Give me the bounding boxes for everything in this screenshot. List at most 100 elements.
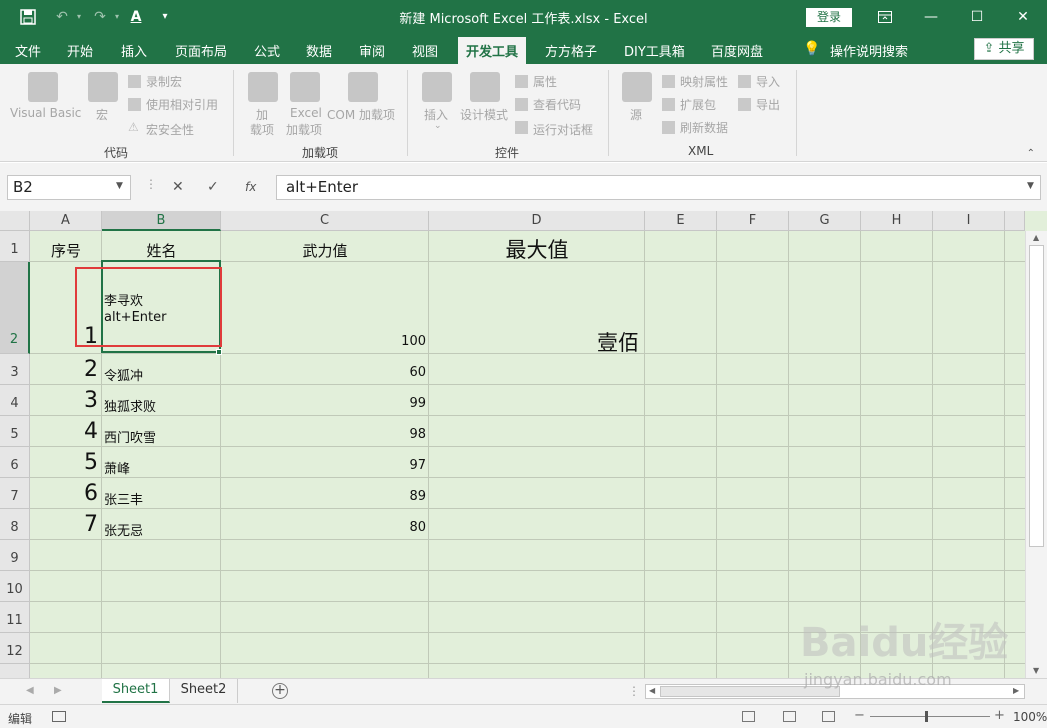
tab-insert[interactable]: 插入 (121, 41, 147, 60)
tab-home[interactable]: 开始 (67, 41, 93, 60)
cell-b5[interactable]: 西门吹雪 (104, 427, 156, 446)
row-header-2[interactable]: 2 (0, 262, 30, 354)
cell-b7[interactable]: 张三丰 (104, 489, 143, 508)
cell-c6[interactable]: 97 (221, 458, 426, 473)
row-header-5[interactable]: 5 (0, 416, 30, 447)
cell-c1[interactable]: 武力值 (221, 240, 429, 261)
tab-baidu-netdisk[interactable]: 百度网盘 (711, 41, 763, 60)
excel-addins-button-line1[interactable]: Excel (290, 106, 322, 120)
maximize-icon[interactable]: ☐ (954, 0, 1000, 34)
design-mode-button[interactable]: 设计模式 (460, 106, 508, 123)
scroll-up-icon[interactable]: ▲ (1033, 233, 1039, 242)
tab-developer[interactable]: 开发工具 (458, 37, 527, 64)
vertical-scrollbar[interactable]: ▲ ▼ (1025, 231, 1047, 678)
properties-button[interactable]: 属性 (533, 73, 557, 90)
macro-security-button[interactable]: 宏安全性 (146, 121, 194, 138)
scroll-down-icon[interactable]: ▼ (1033, 666, 1039, 675)
column-header-i[interactable]: I (933, 211, 1005, 231)
xml-source-button[interactable]: 源 (630, 106, 642, 123)
select-all-corner[interactable] (0, 211, 30, 231)
expand-formula-bar-icon[interactable]: ▼ (1027, 181, 1034, 191)
cell-d1[interactable]: 最大值 (429, 234, 645, 264)
column-header-b[interactable]: B (102, 211, 221, 231)
com-addins-button[interactable]: COM 加载项 (327, 106, 395, 123)
cancel-icon[interactable]: ✕ (172, 179, 184, 195)
macros-button[interactable]: 宏 (96, 106, 108, 123)
tab-review[interactable]: 审阅 (359, 41, 385, 60)
add-sheet-icon[interactable]: + (272, 683, 288, 699)
cell-a4[interactable]: 3 (30, 388, 98, 413)
expansion-packs-button[interactable]: 扩展包 (680, 96, 716, 113)
normal-view-icon[interactable] (742, 711, 755, 722)
row-header-13[interactable] (0, 664, 30, 678)
column-header-e[interactable]: E (645, 211, 717, 231)
tab-view[interactable]: 视图 (412, 41, 438, 60)
column-header-f[interactable]: F (717, 211, 789, 231)
insert-function-icon[interactable]: fx (245, 180, 256, 194)
cell-b3[interactable]: 令狐冲 (104, 365, 143, 384)
cell-b8[interactable]: 张无忌 (104, 520, 143, 539)
minimize-icon[interactable]: — (908, 0, 954, 34)
view-code-button[interactable]: 查看代码 (533, 96, 581, 113)
cell-c2[interactable]: 100 (221, 334, 426, 349)
fill-handle[interactable] (216, 349, 222, 355)
zoom-out-icon[interactable]: − (854, 708, 865, 723)
cell-b4[interactable]: 独孤求败 (104, 396, 156, 415)
tab-data[interactable]: 数据 (306, 41, 332, 60)
zoom-slider-thumb[interactable] (925, 711, 928, 722)
vertical-scroll-thumb[interactable] (1029, 245, 1044, 547)
relative-refs-button[interactable]: 使用相对引用 (146, 96, 218, 113)
row-header-10[interactable]: 10 (0, 571, 30, 602)
cell-c7[interactable]: 89 (221, 489, 426, 504)
row-header-6[interactable]: 6 (0, 447, 30, 478)
tab-diy-toolbox[interactable]: DIY工具箱 (624, 41, 685, 60)
macro-recording-icon[interactable] (52, 711, 66, 722)
excel-addins-button-line2[interactable]: 加载项 (286, 121, 322, 138)
row-header-11[interactable]: 11 (0, 602, 30, 633)
page-break-view-icon[interactable] (822, 711, 835, 722)
sheet-tab-sheet1[interactable]: Sheet1 (102, 679, 170, 703)
column-header-j[interactable] (1005, 211, 1025, 231)
column-header-d[interactable]: D (429, 211, 645, 231)
column-header-g[interactable]: G (789, 211, 861, 231)
cell-a8[interactable]: 7 (30, 512, 98, 537)
cell-d2[interactable]: 壹佰 (429, 327, 639, 357)
cell-a3[interactable]: 2 (30, 357, 98, 382)
share-button[interactable]: ⇪ 共享 (974, 38, 1034, 60)
tab-fangfang-gezi[interactable]: 方方格子 (545, 41, 597, 60)
record-macro-button[interactable]: 录制宏 (146, 73, 182, 90)
tab-page-layout[interactable]: 页面布局 (175, 41, 227, 60)
row-header-4[interactable]: 4 (0, 385, 30, 416)
page-layout-view-icon[interactable] (783, 711, 796, 722)
close-icon[interactable]: ✕ (1000, 0, 1046, 34)
cell-c8[interactable]: 80 (221, 520, 426, 535)
map-properties-button[interactable]: 映射属性 (680, 73, 728, 90)
cell-a1[interactable]: 序号 (30, 240, 102, 261)
import-button[interactable]: 导入 (756, 73, 780, 90)
addins-button-line2[interactable]: 载项 (250, 121, 274, 138)
row-header-9[interactable]: 9 (0, 540, 30, 571)
sheet-tab-sheet2[interactable]: Sheet2 (170, 679, 238, 703)
run-dialog-button[interactable]: 运行对话框 (533, 121, 593, 138)
cell-c3[interactable]: 60 (221, 365, 426, 380)
enter-icon[interactable]: ✓ (207, 179, 219, 195)
row-header-3[interactable]: 3 (0, 354, 30, 385)
row-header-7[interactable]: 7 (0, 478, 30, 509)
scroll-left-icon[interactable]: ◀ (649, 686, 655, 695)
tab-formulas[interactable]: 公式 (254, 41, 280, 60)
cell-c4[interactable]: 99 (221, 396, 426, 411)
cell-a5[interactable]: 4 (30, 419, 98, 444)
ribbon-display-options-icon[interactable] (862, 0, 908, 34)
name-box-dropdown-icon[interactable]: ▼ (116, 181, 123, 191)
row-header-12[interactable]: 12 (0, 633, 30, 664)
cell-b1[interactable]: 姓名 (102, 240, 221, 261)
tab-file[interactable]: 文件 (15, 41, 41, 60)
visual-basic-button[interactable]: Visual Basic (10, 106, 81, 120)
formula-input[interactable]: alt+Enter (276, 175, 1041, 200)
tell-me-search[interactable]: 操作说明搜索 (830, 41, 908, 60)
scroll-right-icon[interactable]: ▶ (1013, 686, 1019, 695)
column-header-c[interactable]: C (221, 211, 429, 231)
export-button[interactable]: 导出 (756, 96, 780, 113)
column-header-h[interactable]: H (861, 211, 933, 231)
zoom-in-icon[interactable]: + (994, 708, 1005, 723)
